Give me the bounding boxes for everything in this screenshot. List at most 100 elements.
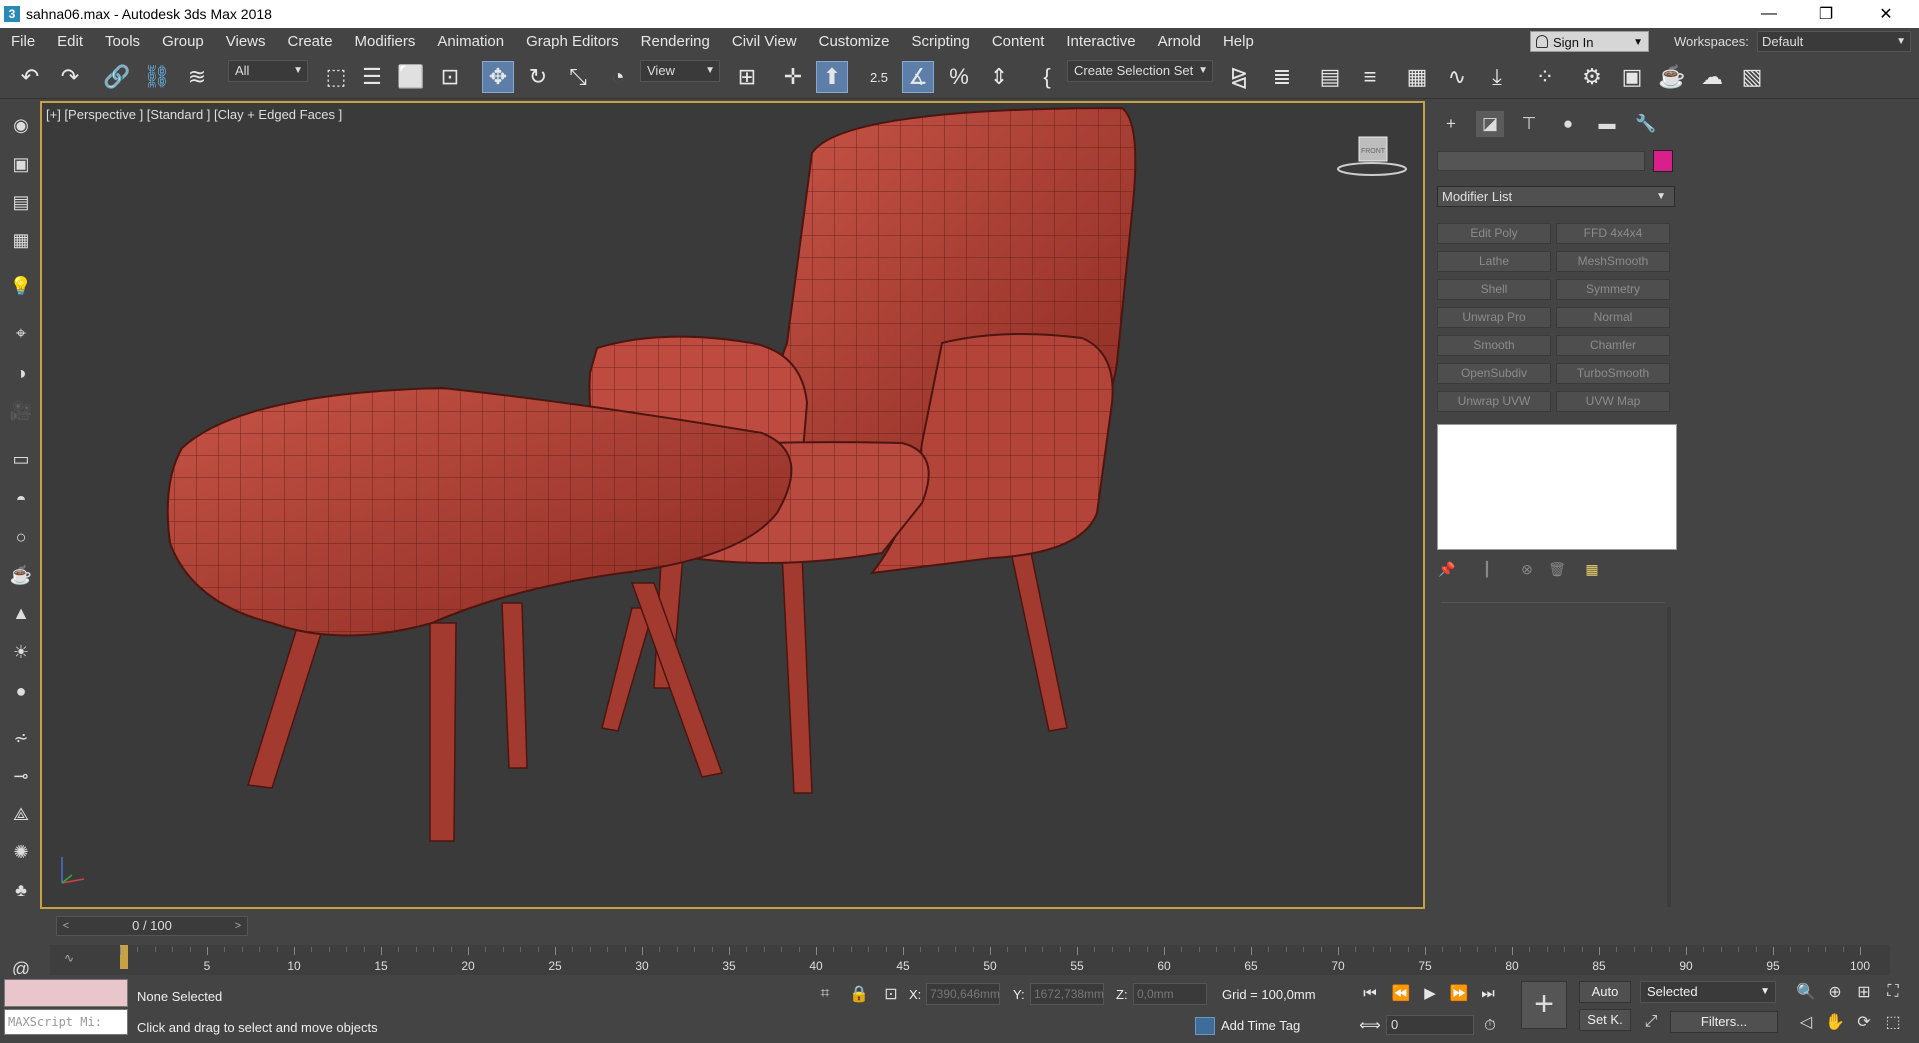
lock-selection-icon[interactable]: 🔒 — [848, 983, 870, 1005]
modifier-button-meshsmooth[interactable]: MeshSmooth — [1556, 251, 1670, 272]
zoom-icon[interactable]: 🔍 — [1795, 981, 1817, 1003]
menu-item-scripting[interactable]: Scripting — [900, 28, 980, 55]
select-object-icon[interactable]: ⬚ — [320, 61, 352, 93]
zoom-extents-all-icon[interactable]: ⛶ — [1882, 981, 1904, 1003]
sun-icon[interactable]: ☀ — [8, 640, 34, 664]
create-tab[interactable]: + — [1437, 111, 1465, 137]
x-coordinate-field[interactable]: 7390,646mm — [926, 983, 1000, 1005]
menu-item-file[interactable]: File — [0, 28, 46, 55]
maxscript-listener-output[interactable] — [4, 979, 128, 1007]
mirror-icon[interactable]: ⧎ — [1223, 61, 1255, 93]
time-slider[interactable]: < 0 / 100 > — [56, 916, 248, 936]
zoom-all-icon[interactable]: ⊕ — [1824, 981, 1846, 1003]
ribbon-icon[interactable]: ▦ — [1401, 61, 1433, 93]
go-to-end-icon[interactable]: ⏭ — [1476, 981, 1500, 1005]
light-bulb-icon[interactable]: 💡 — [8, 274, 34, 298]
workspace-dropdown[interactable]: Default ▼ — [1757, 31, 1911, 52]
sign-in-dropdown[interactable]: Sign In ▼ — [1530, 31, 1649, 52]
modifier-list-dropdown[interactable]: Modifier List ▼ — [1437, 186, 1675, 207]
rectangular-selection-icon[interactable]: ⬜ — [395, 61, 427, 93]
document-icon[interactable]: ▤ — [8, 190, 34, 214]
next-frame-icon[interactable]: ⏩ — [1447, 981, 1471, 1005]
modifier-button-turbosmooth[interactable]: TurboSmooth — [1556, 363, 1670, 384]
make-unique-icon[interactable]: ⊗ — [1517, 559, 1537, 579]
viewcube[interactable]: FRONT — [1337, 131, 1407, 181]
y-coordinate-field[interactable]: 1672,738mm — [1030, 983, 1104, 1005]
utilities-tab[interactable]: 🔧 — [1632, 111, 1660, 137]
bind-space-warp-icon[interactable]: ≋ — [181, 61, 213, 93]
display-tab[interactable]: ▬ — [1593, 111, 1621, 137]
z-coordinate-field[interactable]: 0,0mm — [1133, 983, 1207, 1005]
add-time-tag[interactable]: Add Time Tag — [1191, 1015, 1300, 1037]
remove-modifier-icon[interactable]: 🗑 — [1547, 559, 1567, 579]
menu-item-customize[interactable]: Customize — [808, 28, 901, 55]
render-in-cloud-icon[interactable]: ☁ — [1696, 61, 1728, 93]
key-filter-dropdown[interactable]: Selected ▼ — [1640, 981, 1776, 1003]
set-key-mode-button[interactable]: Set K. — [1579, 1009, 1631, 1031]
tube-icon[interactable]: ⊸ — [8, 764, 34, 788]
previous-frame-icon[interactable]: ⏪ — [1389, 981, 1413, 1005]
minimize-button[interactable]: — — [1741, 0, 1797, 28]
window-crossing-icon[interactable]: ⊡ — [434, 61, 466, 93]
menu-item-graph-editors[interactable]: Graph Editors — [515, 28, 630, 55]
modifier-button-uvw-map[interactable]: UVW Map — [1556, 391, 1670, 412]
modifier-button-ffd-4x4x4[interactable]: FFD 4x4x4 — [1556, 223, 1670, 244]
plane-icon[interactable]: ▭ — [8, 447, 34, 471]
snaps-toggle-icon[interactable]: 2.5 — [863, 61, 895, 93]
isolate-selection-icon[interactable]: ⌗ — [814, 983, 836, 1005]
menu-item-civil-view[interactable]: Civil View — [721, 28, 808, 55]
menu-item-arnold[interactable]: Arnold — [1147, 28, 1212, 55]
menu-item-modifiers[interactable]: Modifiers — [344, 28, 427, 55]
menu-item-tools[interactable]: Tools — [94, 28, 151, 55]
hemisphere-icon[interactable]: ◓ — [8, 487, 34, 511]
curve-editor-icon[interactable]: ∿ — [1441, 61, 1473, 93]
modifier-button-chamfer[interactable]: Chamfer — [1556, 335, 1670, 356]
modifier-button-normal[interactable]: Normal — [1556, 307, 1670, 328]
cone-icon[interactable]: ▲ — [8, 601, 34, 625]
mini-curve-icon[interactable]: ∿ — [64, 951, 74, 965]
hair-icon[interactable]: ⩫ — [8, 726, 34, 750]
menu-item-group[interactable]: Group — [151, 28, 215, 55]
modifier-button-opensubdiv[interactable]: OpenSubdiv — [1437, 363, 1551, 384]
selection-filter-dropdown[interactable]: All ▼ — [228, 60, 308, 82]
object-name-input[interactable] — [1437, 151, 1645, 171]
toggle-scene-explorer-icon[interactable]: ▤ — [1314, 61, 1346, 93]
prev-frame-arrow[interactable]: < — [59, 917, 73, 935]
menu-item-rendering[interactable]: Rendering — [630, 28, 721, 55]
modifier-button-shell[interactable]: Shell — [1437, 279, 1551, 300]
select-move-icon[interactable]: ✥ — [482, 61, 514, 93]
reference-coordinate-dropdown[interactable]: View ▼ — [640, 60, 720, 82]
globe-icon[interactable]: ✺ — [8, 840, 34, 864]
menu-item-interactive[interactable]: Interactive — [1055, 28, 1146, 55]
undo-icon[interactable]: ↶ — [14, 61, 46, 93]
orbit-icon[interactable]: ⟳ — [1853, 1011, 1875, 1033]
rollout-scrollbar[interactable] — [1667, 607, 1671, 907]
selection-set-dropdown[interactable]: Create Selection Set ▼ — [1067, 60, 1213, 82]
rendered-frame-window-icon[interactable]: ▣ — [1616, 61, 1648, 93]
key-filters-button[interactable]: Filters... — [1670, 1011, 1778, 1033]
panel-splitter[interactable] — [1441, 602, 1665, 603]
video-camera-icon[interactable]: 🎥 — [8, 399, 34, 423]
modifier-button-unwrap-uvw[interactable]: Unwrap UVW — [1437, 391, 1551, 412]
layer-explorer-icon[interactable]: ≡ — [1354, 61, 1386, 93]
hierarchy-tab[interactable]: ⊤ — [1515, 111, 1543, 137]
track-bar[interactable]: ∿ 5 10 15 20 25 30 35 40 45 50 55 60 65 70 75 80 85 90 95 1… — [50, 945, 1890, 975]
keyboard-shortcut-override-icon[interactable]: ⬆ — [816, 61, 848, 93]
key-mode-toggle-icon[interactable]: ⟺ — [1358, 1013, 1382, 1037]
show-end-result-icon[interactable]: ┃ — [1477, 559, 1497, 579]
motion-tab[interactable]: ● — [1554, 111, 1582, 137]
percent-snap-icon[interactable]: % — [943, 61, 975, 93]
menu-item-help[interactable]: Help — [1212, 28, 1265, 55]
modifier-button-smooth[interactable]: Smooth — [1437, 335, 1551, 356]
field-of-view-icon[interactable]: ◁ — [1795, 1011, 1817, 1033]
menu-item-views[interactable]: Views — [215, 28, 277, 55]
go-to-start-icon[interactable]: ⏮ — [1358, 981, 1382, 1005]
render-setup-icon[interactable]: ⚙ — [1576, 61, 1608, 93]
maxscript-mini-listener[interactable]: MAXScript Mi: — [4, 1009, 128, 1035]
unlink-icon[interactable]: ⛓ — [141, 61, 173, 93]
angle-snap-icon[interactable]: ∡ — [902, 61, 934, 93]
helper-icon[interactable]: ◑ — [8, 361, 34, 385]
modifier-button-unwrap-pro[interactable]: Unwrap Pro — [1437, 307, 1551, 328]
select-scale-icon[interactable]: ⤡ — [562, 61, 594, 93]
auto-key-button[interactable]: Auto — [1579, 981, 1631, 1003]
